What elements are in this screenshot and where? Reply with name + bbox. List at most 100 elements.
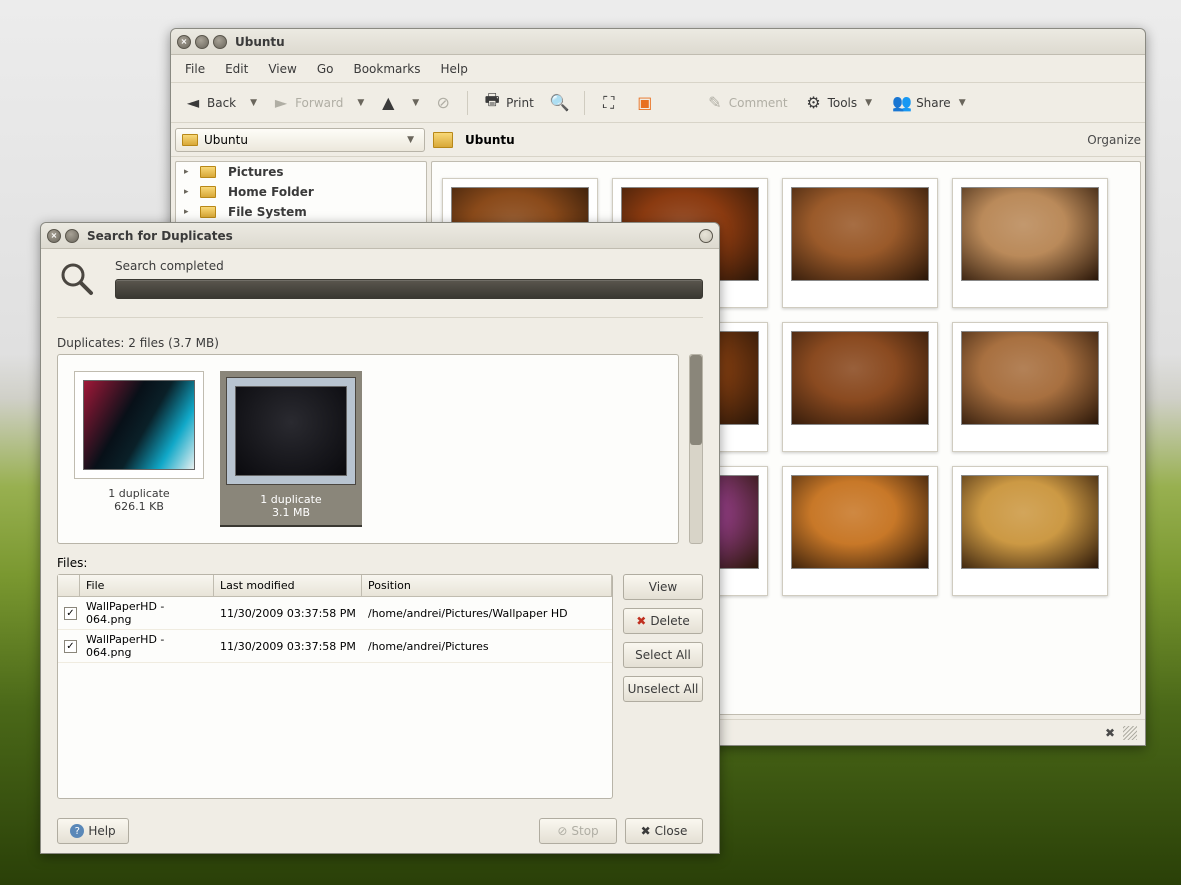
thumbnail-image: [961, 475, 1099, 569]
stop-nav-button[interactable]: ⊘: [427, 89, 459, 117]
stop-button: ⊘Stop: [539, 818, 617, 844]
comment-button[interactable]: ✎ Comment: [699, 89, 794, 117]
print-icon: 🖶: [482, 93, 502, 113]
location-dropdown-icon: ▼: [403, 135, 418, 145]
thumbnail-image: [961, 187, 1099, 281]
col-modified[interactable]: Last modified: [214, 575, 362, 596]
menu-file[interactable]: File: [175, 58, 215, 80]
arrow-right-icon: ►: [271, 93, 291, 113]
pencil-icon: ✎: [705, 93, 725, 113]
close-panel-icon[interactable]: ✖: [1105, 726, 1115, 740]
menu-view[interactable]: View: [258, 58, 306, 80]
forward-label: Forward: [295, 96, 343, 110]
dialog-aux-button[interactable]: [699, 229, 713, 243]
arrow-left-icon: ◄: [183, 93, 203, 113]
thumbnail-image: [791, 475, 929, 569]
tools-button[interactable]: ⚙ Tools ▼: [798, 89, 882, 117]
menu-bookmarks[interactable]: Bookmarks: [343, 58, 430, 80]
back-button[interactable]: ◄ Back: [177, 89, 242, 117]
duplicate-size: 626.1 KB: [74, 500, 204, 513]
dialog-titlebar[interactable]: × Search for Duplicates: [41, 223, 719, 249]
forward-button[interactable]: ► Forward: [265, 89, 349, 117]
folder-icon: [182, 134, 198, 146]
table-header: File Last modified Position: [58, 575, 612, 597]
forward-dropdown[interactable]: ▼: [353, 98, 368, 108]
menubar: File Edit View Go Bookmarks Help: [171, 55, 1145, 83]
cell-position: /home/andrei/Pictures: [362, 637, 612, 656]
help-icon: ?: [70, 824, 84, 838]
unselect-all-button[interactable]: Unselect All: [623, 676, 703, 702]
share-icon: 👥: [892, 93, 912, 113]
table-row[interactable]: ✓WallPaperHD - 064.png11/30/2009 03:37:5…: [58, 597, 612, 630]
thumbnail-item[interactable]: [782, 322, 938, 452]
folder-icon: [433, 132, 453, 148]
menu-go[interactable]: Go: [307, 58, 344, 80]
thumbnail-item[interactable]: [952, 178, 1108, 308]
duplicate-item[interactable]: 1 duplicate 3.1 MB: [220, 371, 362, 527]
comment-label: Comment: [729, 96, 788, 110]
up-dropdown[interactable]: ▼: [408, 98, 423, 108]
dialog-title: Search for Duplicates: [87, 229, 233, 243]
table-row[interactable]: ✓WallPaperHD - 064.png11/30/2009 03:37:5…: [58, 630, 612, 663]
thumbnail-image: [791, 187, 929, 281]
search-button[interactable]: 🔍: [544, 89, 576, 117]
files-table: File Last modified Position ✓WallPaperHD…: [57, 574, 613, 799]
sidebar-item-label: Pictures: [228, 165, 284, 179]
breadcrumb-text: Ubuntu: [465, 133, 515, 147]
row-checkbox[interactable]: ✓: [64, 607, 77, 620]
select-all-button[interactable]: Select All: [623, 642, 703, 668]
duplicates-scrollbar[interactable]: [689, 354, 703, 544]
menu-edit[interactable]: Edit: [215, 58, 258, 80]
organize-link[interactable]: Organize: [1087, 133, 1141, 147]
breadcrumb[interactable]: Ubuntu: [433, 132, 515, 148]
up-button[interactable]: ▲: [372, 89, 404, 117]
fullscreen-button[interactable]: ⛶: [593, 89, 625, 117]
maximize-window-button[interactable]: [213, 35, 227, 49]
menu-help[interactable]: Help: [431, 58, 478, 80]
duplicates-summary: Duplicates: 2 files (3.7 MB): [57, 336, 703, 350]
print-button[interactable]: 🖶 Print: [476, 89, 540, 117]
cell-modified: 11/30/2009 03:37:58 PM: [214, 637, 362, 656]
location-combo[interactable]: Ubuntu ▼: [175, 128, 425, 152]
cell-file: WallPaperHD - 064.png: [80, 597, 214, 629]
search-icon: 🔍: [550, 93, 570, 113]
duplicate-item[interactable]: 1 duplicate 626.1 KB: [74, 371, 204, 527]
gear-icon: ⚙: [804, 93, 824, 113]
share-dropdown-icon: ▼: [955, 98, 970, 108]
delete-button[interactable]: ✖Delete: [623, 608, 703, 634]
view-button[interactable]: View: [623, 574, 703, 600]
main-titlebar[interactable]: × Ubuntu: [171, 29, 1145, 55]
dialog-close-button[interactable]: ×: [47, 229, 61, 243]
thumbnail-item[interactable]: [782, 178, 938, 308]
help-button[interactable]: ?Help: [57, 818, 129, 844]
col-position[interactable]: Position: [362, 575, 612, 596]
thumbnail-item[interactable]: [782, 466, 938, 596]
sidebar-item-pictures[interactable]: ▸ Pictures: [176, 162, 426, 182]
tools-dropdown-icon: ▼: [861, 98, 876, 108]
slideshow-icon: ▣: [635, 93, 655, 113]
slideshow-button[interactable]: ▣: [629, 89, 661, 117]
thumbnail-item[interactable]: [952, 466, 1108, 596]
minimize-window-button[interactable]: [195, 35, 209, 49]
folder-icon: [200, 186, 216, 198]
sidebar-item-filesystem[interactable]: ▸File System: [176, 202, 426, 222]
col-file[interactable]: File: [80, 575, 214, 596]
location-text: Ubuntu: [204, 133, 248, 147]
arrow-up-icon: ▲: [378, 93, 398, 113]
progress-bar: [115, 279, 703, 299]
back-dropdown[interactable]: ▼: [246, 98, 261, 108]
duplicates-list: 1 duplicate 626.1 KB 1 duplicate 3.1 MB: [57, 354, 679, 544]
close-window-button[interactable]: ×: [177, 35, 191, 49]
location-bar: Ubuntu ▼ Ubuntu Organize: [171, 123, 1145, 157]
expand-icon: ▸: [184, 167, 194, 177]
row-checkbox[interactable]: ✓: [64, 640, 77, 653]
thumbnail-item[interactable]: [952, 322, 1108, 452]
close-button[interactable]: ✖Close: [625, 818, 703, 844]
folder-icon: [200, 166, 216, 178]
resize-grip[interactable]: [1123, 726, 1137, 740]
share-button[interactable]: 👥 Share ▼: [886, 89, 976, 117]
files-label: Files:: [57, 556, 703, 570]
dialog-minimize-button[interactable]: [65, 229, 79, 243]
folder-icon: [200, 206, 216, 218]
sidebar-item-home[interactable]: ▸Home Folder: [176, 182, 426, 202]
